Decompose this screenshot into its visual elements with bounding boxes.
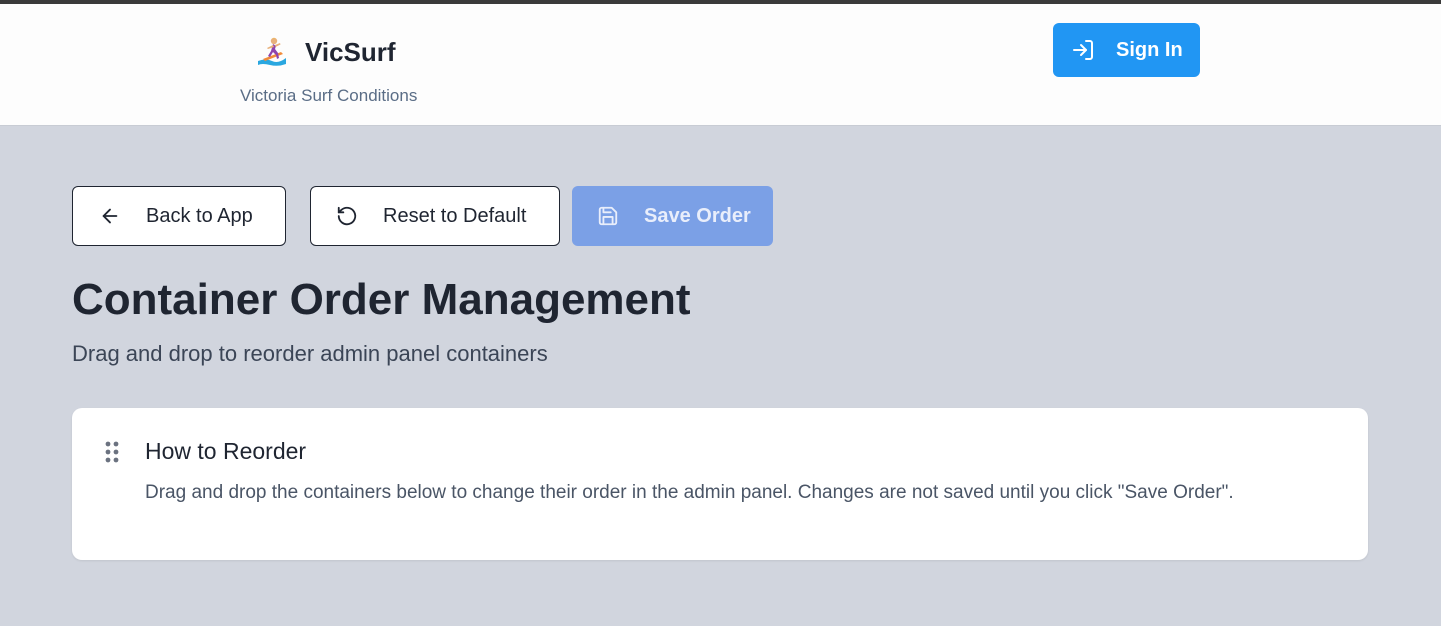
brand-name: VicSurf — [305, 36, 396, 67]
page-title: Container Order Management — [72, 275, 691, 324]
drag-handle-icon[interactable] — [102, 438, 122, 466]
how-to-reorder-card[interactable]: How to Reorder Drag and drop the contain… — [72, 408, 1368, 560]
brand-subtitle: Victoria Surf Conditions — [240, 86, 418, 105]
save-order-label: Save Order — [644, 204, 751, 227]
sign-in-button[interactable]: Sign In — [1053, 23, 1200, 77]
arrow-left-icon — [99, 205, 121, 227]
app-header: VicSurf Victoria Surf Conditions Sign In — [0, 4, 1441, 126]
save-order-button[interactable]: Save Order — [572, 186, 773, 246]
card-description: Drag and drop the containers below to ch… — [145, 482, 1234, 503]
sign-in-label: Sign In — [1116, 38, 1183, 61]
save-icon — [597, 205, 619, 227]
back-to-app-label: Back to App — [146, 204, 253, 227]
surfer-icon — [254, 34, 290, 70]
sign-in-icon — [1071, 38, 1095, 62]
page-subtitle: Drag and drop to reorder admin panel con… — [72, 341, 548, 366]
brand[interactable]: VicSurf — [254, 34, 396, 70]
reset-icon — [336, 205, 358, 227]
reset-to-default-label: Reset to Default — [383, 204, 527, 227]
back-to-app-button[interactable]: Back to App — [72, 186, 286, 246]
card-title: How to Reorder — [145, 438, 307, 464]
reset-to-default-button[interactable]: Reset to Default — [310, 186, 560, 246]
